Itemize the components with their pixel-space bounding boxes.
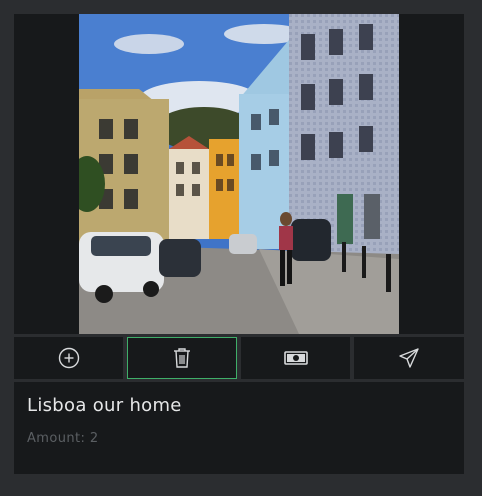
share-button[interactable] <box>354 337 464 379</box>
send-icon <box>399 348 419 368</box>
amount-value: 2 <box>89 431 99 446</box>
street-photo[interactable] <box>79 14 399 334</box>
photo-title: Lisboa our home <box>27 395 182 416</box>
amount-button[interactable] <box>241 337 350 379</box>
amount-text: Amount: 2 <box>27 431 99 446</box>
delete-button[interactable] <box>127 337 237 379</box>
photo-card: Lisboa our home Amount: 2 <box>14 14 464 474</box>
amount-label: Amount: <box>27 431 86 446</box>
add-button[interactable] <box>14 337 123 379</box>
action-bar <box>14 337 464 379</box>
info-panel: Lisboa our home Amount: 2 <box>14 382 464 474</box>
add-circle-icon <box>58 347 79 369</box>
trash-icon <box>174 348 190 368</box>
money-icon <box>283 351 308 365</box>
photo-frame <box>14 14 464 334</box>
